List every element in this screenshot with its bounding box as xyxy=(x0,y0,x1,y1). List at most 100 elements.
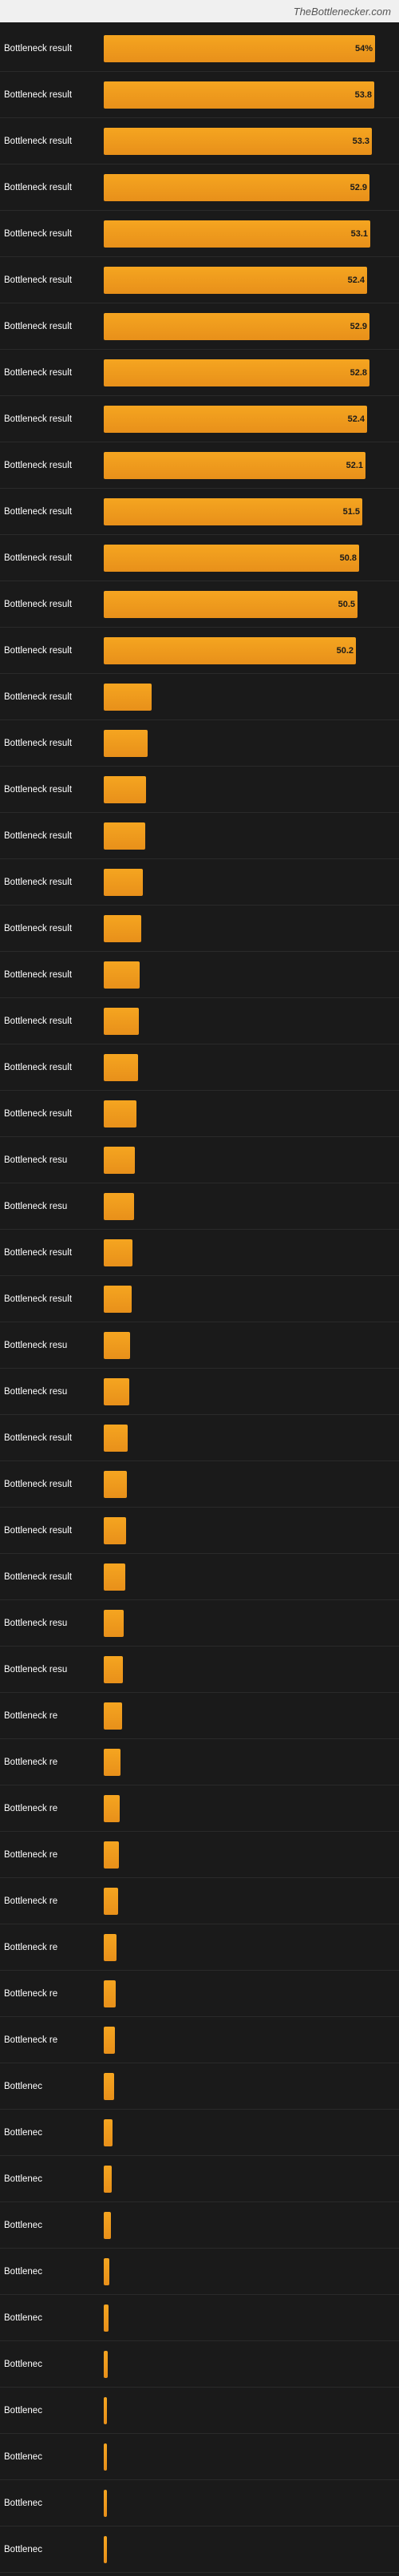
bar: 52.4 xyxy=(104,267,367,294)
table-row: Bottlenec xyxy=(0,2063,399,2110)
bar-col xyxy=(104,2536,399,2563)
bar-col: 51.5 xyxy=(104,498,399,525)
bar xyxy=(104,2490,107,2517)
bar-label: Bottlenec xyxy=(0,2313,104,2323)
table-row: Bottlenec xyxy=(0,2388,399,2434)
bar xyxy=(104,2305,109,2332)
bar-label: Bottleneck result xyxy=(0,692,104,702)
bar-col xyxy=(104,1008,399,1035)
bar-label: Bottleneck result xyxy=(0,878,104,887)
bar xyxy=(104,1054,138,1081)
bar-label: Bottleneck result xyxy=(0,646,104,656)
bar-col xyxy=(104,2073,399,2100)
bar-col: 52.4 xyxy=(104,267,399,294)
table-row: Bottleneck result xyxy=(0,906,399,952)
bar-label: Bottleneck result xyxy=(0,229,104,239)
bar-col xyxy=(104,776,399,803)
table-row: Bottleneck result50.5 xyxy=(0,581,399,628)
bar: 52.4 xyxy=(104,406,367,433)
bar xyxy=(104,1749,120,1776)
bar-label: Bottleneck result xyxy=(0,1248,104,1258)
bar-label: Bottleneck result xyxy=(0,1294,104,1304)
table-row: Bottleneck resu xyxy=(0,1183,399,1230)
table-row: Bottleneck result xyxy=(0,1276,399,1322)
table-row: Bottleneck result xyxy=(0,1508,399,1554)
bar-label: Bottlenec xyxy=(0,2082,104,2091)
bar xyxy=(104,822,145,850)
bar-col xyxy=(104,1332,399,1359)
bar: 52.8 xyxy=(104,359,369,386)
table-row: Bottleneck result xyxy=(0,1415,399,1461)
table-row: Bottlenec xyxy=(0,2156,399,2202)
bar xyxy=(104,1286,132,1313)
bar xyxy=(104,2443,107,2471)
bar xyxy=(104,1147,135,1174)
table-row: Bottleneck re xyxy=(0,1785,399,1832)
bar-value: 51.5 xyxy=(343,507,360,517)
bar-label: Bottleneck result xyxy=(0,414,104,424)
bar-col: 53.8 xyxy=(104,81,399,109)
table-row: Bottlenec xyxy=(0,2110,399,2156)
bar-value: 50.8 xyxy=(340,553,357,563)
bar-col: 52.4 xyxy=(104,406,399,433)
bar-col xyxy=(104,1980,399,2007)
bar-col xyxy=(104,1100,399,1127)
bar-label: Bottleneck result xyxy=(0,831,104,841)
bar-col xyxy=(104,869,399,896)
bar: 50.2 xyxy=(104,637,356,664)
bar-col xyxy=(104,1517,399,1544)
bar-col xyxy=(104,822,399,850)
bar xyxy=(104,1656,123,1683)
bar-col xyxy=(104,2490,399,2517)
bar xyxy=(104,684,152,711)
bar-label: Bottleneck result xyxy=(0,785,104,795)
bar-label: Bottleneck result xyxy=(0,1480,104,1489)
table-row: Bottleneck result52.9 xyxy=(0,164,399,211)
bar xyxy=(104,2536,107,2563)
bar-value: 52.4 xyxy=(348,275,365,285)
bar-label: Bottleneck result xyxy=(0,90,104,100)
site-name: TheBottlenecker.com xyxy=(294,6,391,18)
bar-col: 52.1 xyxy=(104,452,399,479)
table-row: Bottleneck result xyxy=(0,952,399,998)
table-row: Bottleneck result50.8 xyxy=(0,535,399,581)
bar-label: Bottleneck result xyxy=(0,461,104,470)
bar-label: Bottleneck re xyxy=(0,1896,104,1906)
bar xyxy=(104,2258,109,2285)
bar-label: Bottleneck result xyxy=(0,44,104,54)
bar-col: 52.9 xyxy=(104,313,399,340)
bar-label: Bottlenec xyxy=(0,2360,104,2369)
bar: 51.5 xyxy=(104,498,362,525)
bar-label: Bottleneck result xyxy=(0,739,104,748)
table-row: Bottleneck resu xyxy=(0,1322,399,1369)
bar-label: Bottleneck re xyxy=(0,1758,104,1767)
bar-col xyxy=(104,1425,399,1452)
bar-label: Bottleneck result xyxy=(0,924,104,933)
bar: 50.8 xyxy=(104,545,359,572)
bar-col xyxy=(104,1193,399,1220)
bar xyxy=(104,2027,115,2054)
table-row: Bottleneck re xyxy=(0,1832,399,1878)
bar-value: 52.8 xyxy=(350,368,367,378)
bar-label: Bottleneck resu xyxy=(0,1665,104,1674)
table-row: Bottleneck result xyxy=(0,1044,399,1091)
bar-col xyxy=(104,1054,399,1081)
bar xyxy=(104,1563,125,1591)
table-row: Bottleneck result xyxy=(0,1091,399,1137)
bar: 54% xyxy=(104,35,375,62)
table-row: Bottleneck result51.5 xyxy=(0,489,399,535)
bar-col xyxy=(104,2351,399,2378)
bar xyxy=(104,1378,129,1405)
bar-label: Bottlenec xyxy=(0,2267,104,2277)
bar xyxy=(104,869,143,896)
bar: 53.1 xyxy=(104,220,370,248)
bar-col xyxy=(104,1795,399,1822)
bar-label: Bottleneck re xyxy=(0,1804,104,1813)
bar-label: Bottleneck resu xyxy=(0,1155,104,1165)
bar-col xyxy=(104,1888,399,1915)
bar: 52.1 xyxy=(104,452,365,479)
bar-value: 50.2 xyxy=(337,646,354,656)
table-row: Bottleneck re xyxy=(0,1971,399,2017)
bar-col xyxy=(104,2212,399,2239)
bar xyxy=(104,1008,139,1035)
